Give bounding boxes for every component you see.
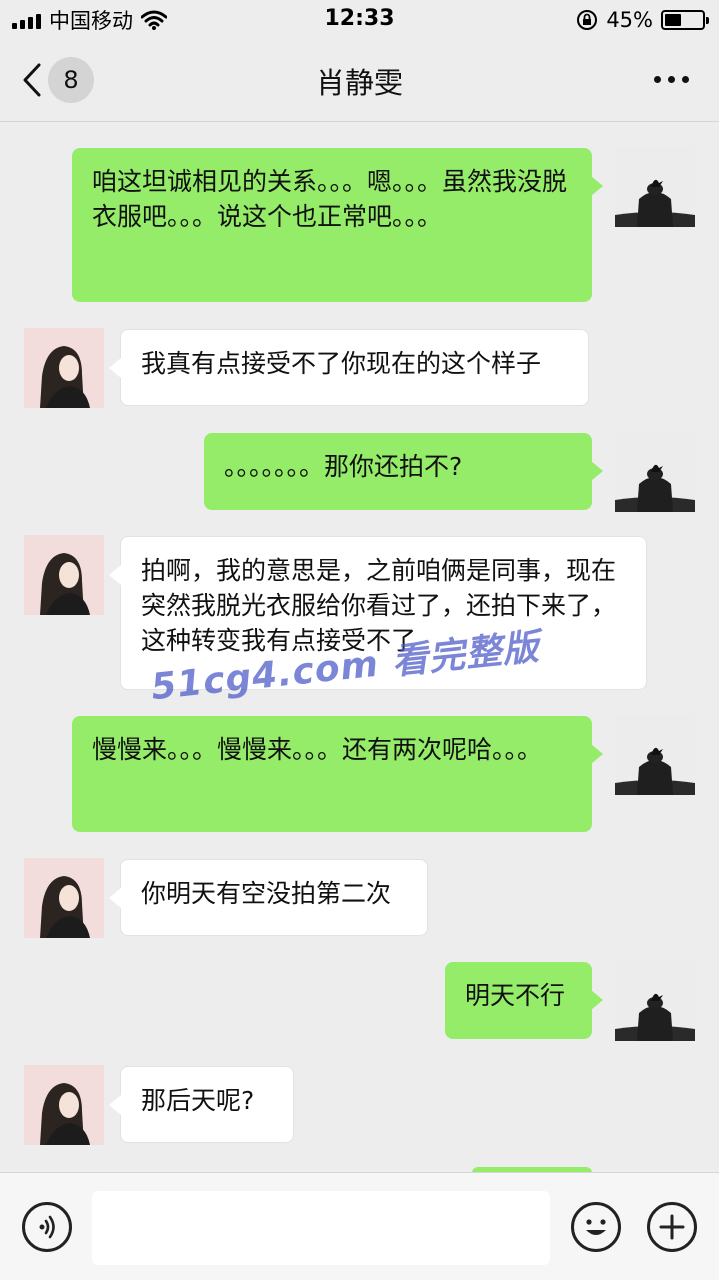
battery-fill [665,14,682,26]
more-dot-icon [668,76,675,83]
message-input[interactable] [92,1191,550,1265]
message-bubble-self[interactable]: 明天不行 [445,962,603,1039]
peer-avatar[interactable] [24,858,104,938]
peer-avatar[interactable] [24,535,104,615]
chat-input-bar [0,1172,719,1280]
message-bubble-peer[interactable]: 我真有点接受不了你现在的这个样子 [109,329,589,406]
more-options-button[interactable] [654,76,689,83]
emoji-button[interactable] [571,1202,621,1252]
chat-header: 8 肖静雯 [0,40,719,122]
status-bar: 中国移动 12:33 45% [0,0,719,40]
battery-icon [661,10,709,30]
more-dot-icon [682,76,689,83]
voice-icon [39,1215,55,1239]
orientation-lock-icon [577,10,598,30]
emoji-icon [586,1219,606,1235]
battery-percent: 45% [606,8,653,32]
chat-title: 肖静雯 [315,66,403,100]
more-functions-button[interactable] [647,1202,697,1252]
status-right: 45% [576,7,709,33]
message-bubble-peer[interactable]: 你明天有空没拍第二次 [109,859,428,936]
self-avatar[interactable] [615,715,695,795]
more-dot-icon [654,76,661,83]
peer-avatar[interactable] [24,328,104,408]
self-avatar[interactable] [615,147,695,227]
plus-icon [659,1214,685,1240]
self-avatar[interactable] [615,961,695,1041]
message-bubble-peer[interactable]: 那后天呢? [109,1066,294,1143]
message-bubble-self[interactable]: 。。。。。。。那你还拍不? [204,433,603,510]
peer-avatar[interactable] [24,1065,104,1145]
self-avatar[interactable] [615,432,695,512]
voice-button[interactable] [22,1202,72,1252]
message-bubble-self[interactable]: 慢慢来。。。慢慢来。。。还有两次呢哈。。。 [72,716,603,832]
message-bubble-self[interactable]: 咱这坦诚相见的关系。。。嗯。。。虽然我没脱衣服吧。。。说这个也正常吧。。。 [72,148,603,302]
